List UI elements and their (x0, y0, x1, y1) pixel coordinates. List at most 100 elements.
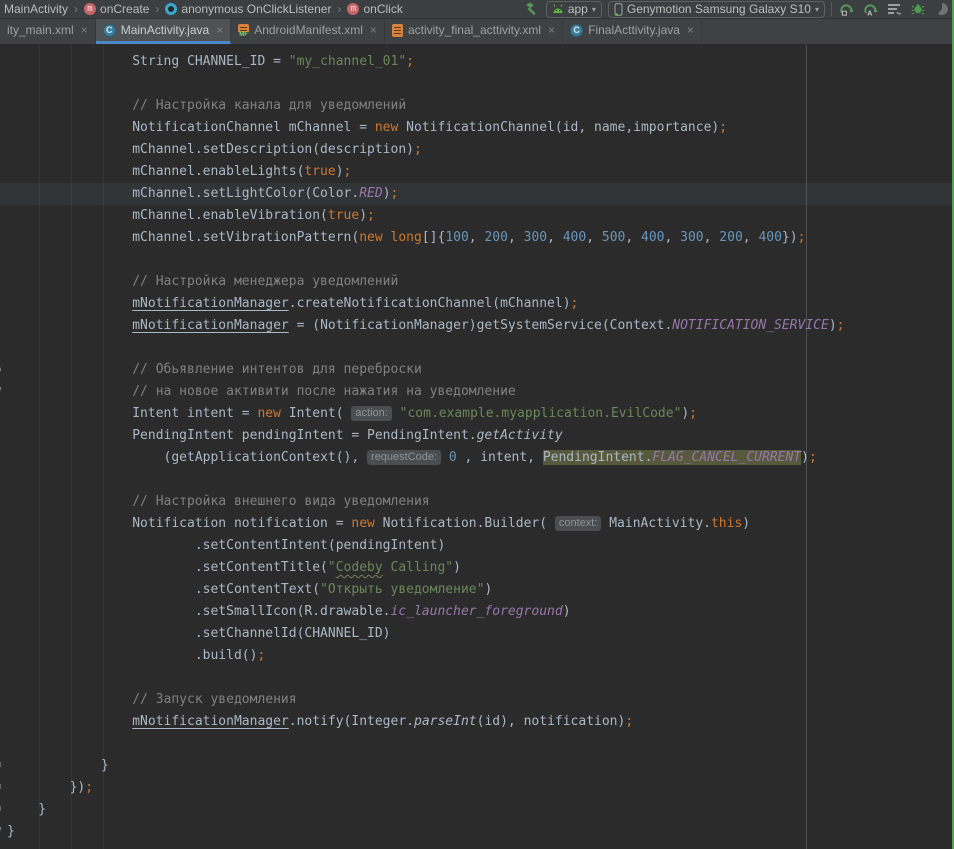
code-token: , (704, 230, 720, 245)
build-hammer-button[interactable] (524, 1, 540, 17)
code-line[interactable]: PendingIntent pendingIntent = PendingInt… (0, 425, 954, 447)
breadcrumb-item-mainactivity[interactable]: MainActivity (2, 2, 70, 16)
android-icon (552, 4, 564, 14)
code-token: // Настройка канала для уведомлений (132, 98, 406, 113)
code-token: .setContentTitle( (195, 560, 328, 575)
code-line[interactable] (0, 337, 954, 359)
code-line[interactable]: .setChannelId(CHANNEL_ID) (0, 623, 954, 645)
code-line[interactable]: mChannel.enableVibration(true); (0, 205, 954, 227)
code-token: FLAG_CANCEL_CURRENT (652, 450, 801, 465)
code-token: mNotificationManager (132, 318, 289, 333)
run-toolbar: app ▾ Genymotion Samsung Galaxy S10 ▾ A (524, 1, 954, 18)
module-selector-label: app (568, 2, 588, 16)
code-token: ; (571, 296, 579, 311)
code-token: .setContentIntent(pendingIntent) (195, 538, 445, 553)
code-line[interactable]: } (0, 755, 954, 777)
code-token: // Настройка внешнего вида уведомления (132, 494, 429, 509)
code-line[interactable]: .setContentText("Открыть уведомление") (0, 579, 954, 601)
code-line[interactable] (0, 249, 954, 271)
code-line[interactable] (0, 667, 954, 689)
fold-marker-icon[interactable]: ∨ (0, 825, 2, 836)
code-line[interactable]: mChannel.setDescription(description); (0, 139, 954, 161)
code-line[interactable]: String CHANNEL_ID = "my_channel_01"; (0, 51, 954, 73)
code-token: 100 (445, 230, 468, 245)
tab-finalacttivity-java[interactable]: CFinalActtivity.java× (563, 19, 702, 44)
code-line[interactable]: // на новое активити после нажатия на ув… (0, 381, 954, 403)
code-line[interactable]: mNotificationManager.createNotificationC… (0, 293, 954, 315)
code-line[interactable]: } (0, 821, 954, 843)
module-selector[interactable]: app ▾ (546, 1, 602, 18)
code-line[interactable]: // Настройка внешнего вида уведомления (0, 491, 954, 513)
code-line[interactable] (0, 733, 954, 755)
breadcrumb-item-oncreate[interactable]: monCreate (82, 2, 151, 16)
code-token: PendingIntent pendingIntent = PendingInt… (132, 428, 476, 443)
apply-changes-restart-button[interactable] (838, 1, 854, 17)
code-area[interactable]: String CHANNEL_ID = "my_channel_01"; // Н… (0, 45, 954, 849)
code-line[interactable]: (getApplicationContext(), requestCode: 0… (0, 447, 954, 469)
code-token: ) (563, 604, 571, 619)
profiler-button[interactable] (934, 1, 950, 17)
code-line[interactable]: }); (0, 777, 954, 799)
close-icon[interactable]: × (216, 23, 223, 37)
build-list-button[interactable] (886, 1, 902, 17)
code-line[interactable]: // Обьявление интентов для переброски (0, 359, 954, 381)
code-line[interactable]: mNotificationManager = (NotificationMana… (0, 315, 954, 337)
fold-marker-icon[interactable]: ∧ (0, 363, 2, 374)
code-line[interactable]: .build(); (0, 645, 954, 667)
code-token: , (586, 230, 602, 245)
code-token: .build() (195, 648, 258, 663)
code-token: 400 (563, 230, 586, 245)
code-token: .createNotificationChannel(mChannel) (289, 296, 571, 311)
code-token: 400 (758, 230, 781, 245)
close-icon[interactable]: × (370, 23, 377, 37)
tab-mainactivity-java[interactable]: CMainActivity.java× (96, 19, 232, 44)
code-token: true (328, 208, 359, 223)
indent-guide (71, 45, 72, 849)
svg-text:A: A (867, 10, 872, 16)
code-line[interactable]: Notification notification = new Notifica… (0, 513, 954, 535)
ide-window: MainActivity›monCreate›anonymous OnClick… (0, 0, 954, 849)
code-token: mNotificationManager (132, 296, 289, 311)
breadcrumb-separator: › (155, 2, 159, 16)
code-token: 200 (719, 230, 742, 245)
code-token (392, 406, 400, 421)
code-line[interactable]: .setSmallIcon(R.drawable.ic_launcher_for… (0, 601, 954, 623)
code-line[interactable]: // Запуск уведомления (0, 689, 954, 711)
code-line[interactable]: NotificationChannel mChannel = new Notif… (0, 117, 954, 139)
code-line[interactable]: mChannel.setVibrationPattern(new long[]{… (0, 227, 954, 249)
tab-ity-main-xml[interactable]: ity_main.xml× (0, 19, 96, 44)
code-line[interactable]: Intent intent = new Intent( action: "com… (0, 403, 954, 425)
close-icon[interactable]: × (81, 23, 88, 37)
code-line[interactable]: mNotificationManager.notify(Integer.pars… (0, 711, 954, 733)
close-icon[interactable]: × (687, 23, 694, 37)
code-line[interactable]: mChannel.enableLights(true); (0, 161, 954, 183)
breadcrumb-item-onclick[interactable]: monClick (345, 2, 404, 16)
code-token: ) (484, 582, 492, 597)
code-token: NotificationChannel mChannel = (132, 120, 375, 135)
fold-marker-icon[interactable]: ▫ (0, 781, 2, 792)
code-line[interactable]: // Настройка канала для уведомлений (0, 95, 954, 117)
apply-code-changes-button[interactable]: A (862, 1, 878, 17)
code-line[interactable] (0, 73, 954, 95)
breadcrumb-item-anonymous-onclicklistener[interactable]: anonymous OnClickListener (163, 2, 333, 16)
fold-marker-icon[interactable]: ∨ (0, 385, 2, 396)
code-token: new (375, 120, 398, 135)
tab-androidmanifest-xml[interactable]: MFAndroidManifest.xml× (231, 19, 385, 44)
code-token: getActivity (477, 428, 563, 443)
code-line[interactable] (0, 469, 954, 491)
code-line[interactable]: } (0, 799, 954, 821)
code-line[interactable]: .setContentIntent(pendingIntent) (0, 535, 954, 557)
code-editor[interactable]: String CHANNEL_ID = "my_channel_01"; // Н… (0, 45, 954, 849)
tab-activity-final-acttivity-xml[interactable]: activity_final_acttivity.xml× (385, 19, 563, 44)
fold-marker-icon[interactable]: ▫ (0, 803, 2, 814)
fold-marker-icon[interactable]: ▫ (0, 759, 2, 770)
code-line[interactable]: .setContentTitle("Codeby Calling") (0, 557, 954, 579)
code-token: ) (383, 186, 391, 201)
code-token: , (547, 230, 563, 245)
java-class-icon: C (570, 24, 583, 37)
debug-button[interactable] (910, 1, 926, 17)
code-line[interactable]: // Настройка менеджера уведомлений (0, 271, 954, 293)
code-line-current[interactable]: mChannel.setLightColor(Color.RED); (0, 183, 954, 205)
close-icon[interactable]: × (548, 23, 555, 37)
device-selector[interactable]: Genymotion Samsung Galaxy S10 ▾ (608, 1, 825, 18)
